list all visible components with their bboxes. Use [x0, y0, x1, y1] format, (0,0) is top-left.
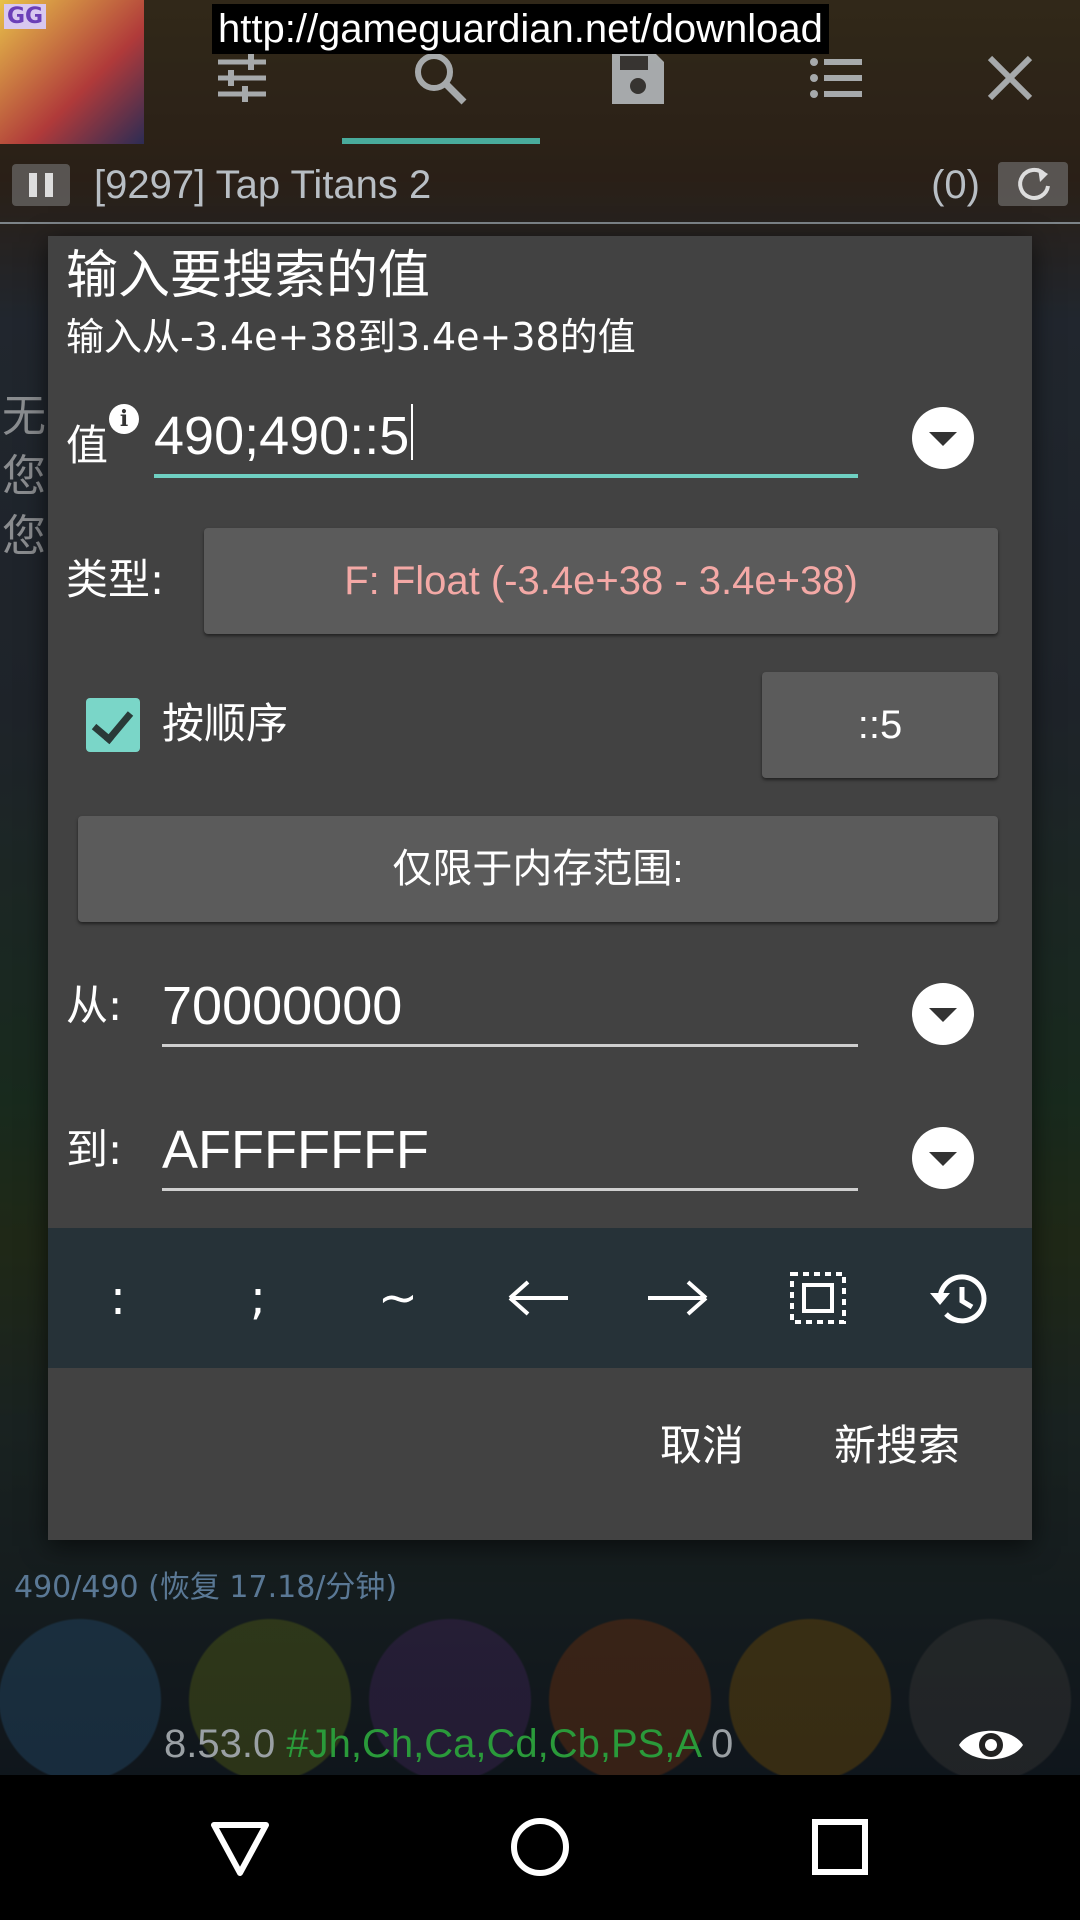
hash-mark: # [286, 1722, 309, 1766]
ordered-label[interactable]: 按顺序 [162, 698, 288, 750]
refresh-button[interactable] [998, 162, 1068, 206]
search-icon[interactable] [410, 48, 470, 108]
value-input-text: 490;490::5 [154, 406, 410, 466]
system-navigation-bar [0, 1775, 1080, 1920]
arrow-left-icon [508, 1280, 568, 1316]
colon-key[interactable]: : [48, 1228, 188, 1368]
close-icon[interactable] [980, 48, 1040, 108]
list-icon[interactable] [806, 48, 866, 108]
value-label: 值 [66, 421, 109, 470]
background-text: 无 [2, 391, 46, 442]
to-address-dropdown[interactable] [912, 1127, 974, 1189]
result-count: (0) [931, 163, 980, 207]
cursor-right-key[interactable] [608, 1228, 748, 1368]
back-triangle-icon[interactable] [200, 1807, 280, 1887]
tilde-key[interactable]: ~ [328, 1228, 468, 1368]
new-search-button[interactable]: 新搜索 [834, 1416, 960, 1476]
from-address-dropdown[interactable] [912, 983, 974, 1045]
cursor-left-key[interactable] [468, 1228, 608, 1368]
background-text: 您 [2, 451, 46, 502]
arrow-right-icon [648, 1280, 708, 1316]
refresh-icon [1018, 167, 1050, 200]
process-title[interactable]: [9297] Tap Titans 2 [94, 160, 431, 210]
cancel-button[interactable]: 取消 [660, 1416, 744, 1476]
sliders-icon[interactable] [212, 48, 272, 108]
type-selector-button[interactable]: F: Float (-3.4e+38 - 3.4e+38) [204, 528, 998, 634]
dialog-subtitle: 输入从-3.4e+38到3.4e+38的值 [66, 315, 636, 359]
value-input[interactable]: 490;490::5 [154, 404, 858, 478]
home-circle-icon[interactable] [500, 1807, 580, 1887]
semicolon-key[interactable]: ; [188, 1228, 328, 1368]
ordered-checkbox[interactable] [86, 698, 140, 752]
select-all-icon [790, 1272, 846, 1324]
history-icon [930, 1274, 987, 1324]
pause-button[interactable] [12, 164, 70, 206]
energy-counter: 490/490 (恢复 17.18/分钟) [14, 1570, 398, 1605]
memory-range-button[interactable]: 仅限于内存范围: [78, 816, 998, 922]
info-icon[interactable]: i [109, 404, 139, 434]
from-address-input[interactable]: 70000000 [162, 976, 858, 1047]
from-label: 从: [66, 981, 123, 1030]
select-all-key[interactable] [748, 1228, 888, 1368]
save-icon[interactable] [608, 48, 668, 108]
value-history-dropdown[interactable] [912, 407, 974, 469]
background-text: 您 [2, 511, 46, 562]
status-zero: 0 [711, 1722, 734, 1766]
dialog-title: 输入要搜索的值 [66, 246, 431, 306]
recents-square-icon[interactable] [800, 1807, 880, 1887]
group-distance-button[interactable]: ::5 [762, 672, 998, 778]
to-address-input[interactable]: AFFFFFFF [162, 1120, 858, 1191]
gameguardian-logo[interactable]: GG [0, 0, 144, 144]
url-banner: http://gameguardian.net/download [212, 4, 829, 54]
version-number: 8.53.0 [164, 1722, 276, 1766]
gg-badge: GG [4, 4, 47, 29]
eye-icon[interactable] [956, 1720, 1026, 1770]
to-label: 到: [66, 1125, 123, 1174]
process-bar: [9297] Tap Titans 2 (0) [0, 150, 1080, 224]
text-caret [411, 404, 414, 460]
version-status-line: 8.53.0 #Jh,Ch,Ca,Cd,Cb,PS,A 0 [164, 1722, 733, 1767]
search-value-dialog: 输入要搜索的值 输入从-3.4e+38到3.4e+38的值 值 i 490;49… [48, 236, 1032, 1540]
helper-key-bar: : ; ~ [48, 1228, 1032, 1368]
active-tab-indicator [342, 138, 540, 144]
type-label: 类型: [66, 555, 165, 604]
history-key[interactable] [888, 1228, 1028, 1368]
status-flags: Jh,Ch,Ca,Cd,Cb,PS,A [308, 1722, 700, 1766]
